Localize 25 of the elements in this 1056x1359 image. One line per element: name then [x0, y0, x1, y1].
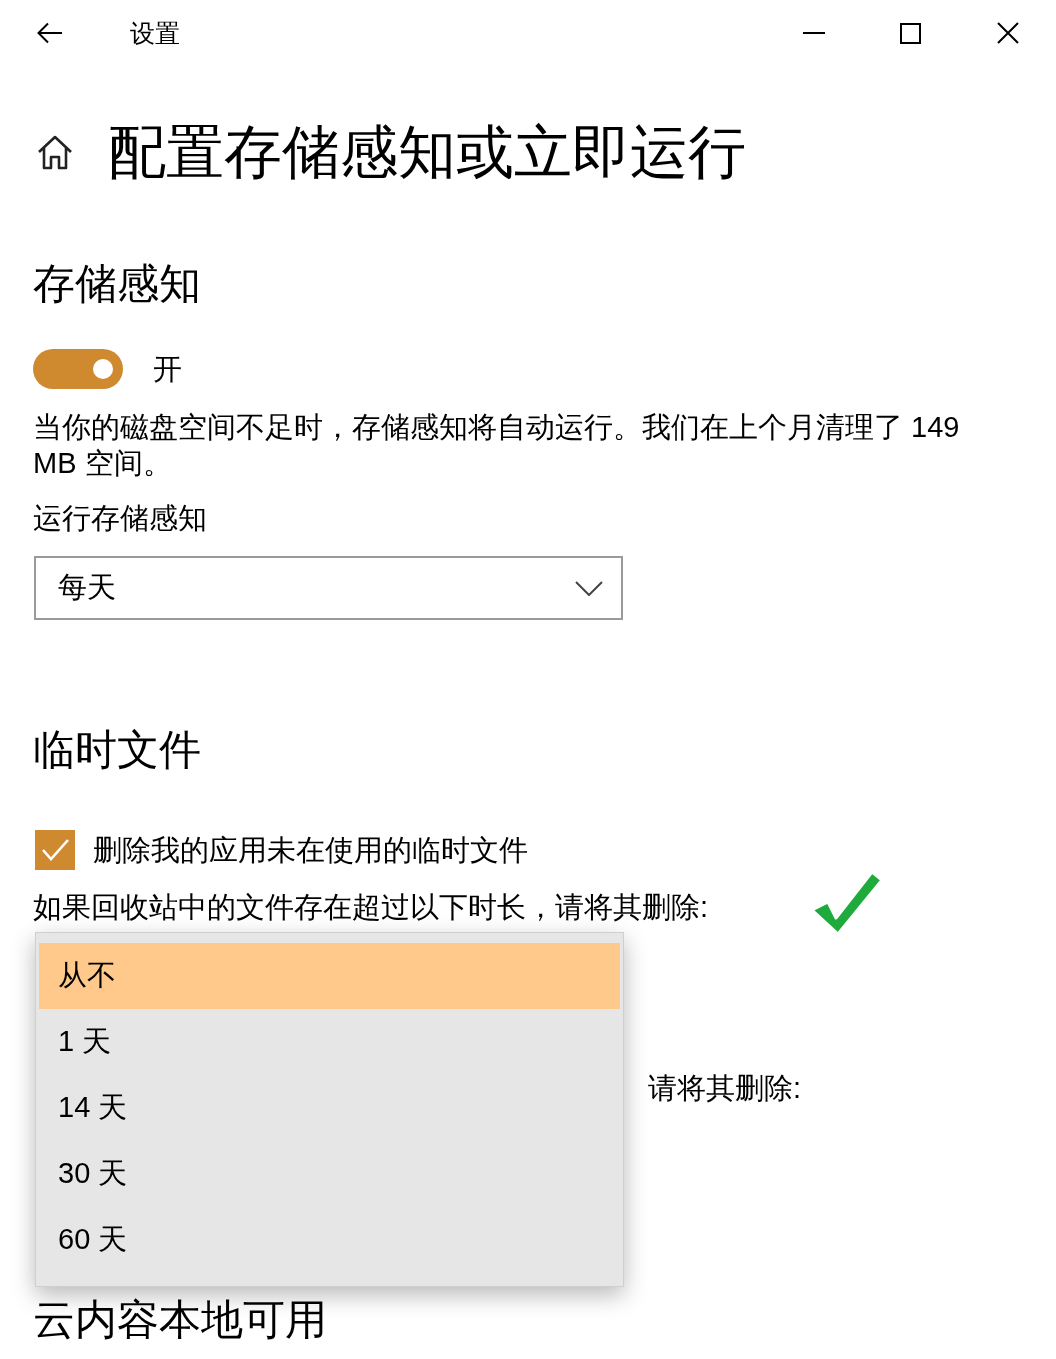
menu-option[interactable]: 30 天	[39, 1141, 620, 1207]
dropdown-label: 运行存储感知	[33, 501, 207, 536]
section-heading: 存储感知	[33, 262, 201, 305]
setting-label: 请将其删除:	[648, 1071, 802, 1106]
maximize-icon[interactable]	[900, 22, 921, 44]
frequency-dropdown[interactable]: 每天	[34, 556, 623, 620]
menu-option[interactable]: 从不	[39, 943, 620, 1009]
page-title: 配置存储感知或立即运行	[108, 123, 746, 181]
toggle-switch[interactable]	[33, 349, 123, 389]
back-arrow-icon[interactable]	[37, 22, 63, 44]
toggle-label: 开	[153, 354, 182, 384]
section-heading: 云内容本地可用	[33, 1299, 327, 1341]
menu-option[interactable]: 1 天	[39, 1009, 620, 1075]
dropdown-label: 如果回收站中的文件存在超过以下时长，请将其删除:	[33, 890, 709, 925]
chevron-down-icon	[575, 580, 603, 596]
close-icon[interactable]	[996, 22, 1019, 44]
section-heading: 临时文件	[33, 729, 201, 771]
checkbox[interactable]	[35, 830, 75, 870]
home-icon[interactable]	[37, 134, 73, 170]
window-title: 设置	[130, 20, 180, 46]
minimize-icon[interactable]	[802, 32, 825, 34]
checkbox-label: 删除我的应用未在使用的临时文件	[93, 833, 528, 868]
description-text: 当你的磁盘空间不足时，存储感知将自动运行。我们在上个月清理了 149 MB 空间。	[33, 410, 961, 481]
menu-option[interactable]: 60 天	[39, 1207, 620, 1273]
menu-option[interactable]: 14 天	[39, 1075, 620, 1141]
